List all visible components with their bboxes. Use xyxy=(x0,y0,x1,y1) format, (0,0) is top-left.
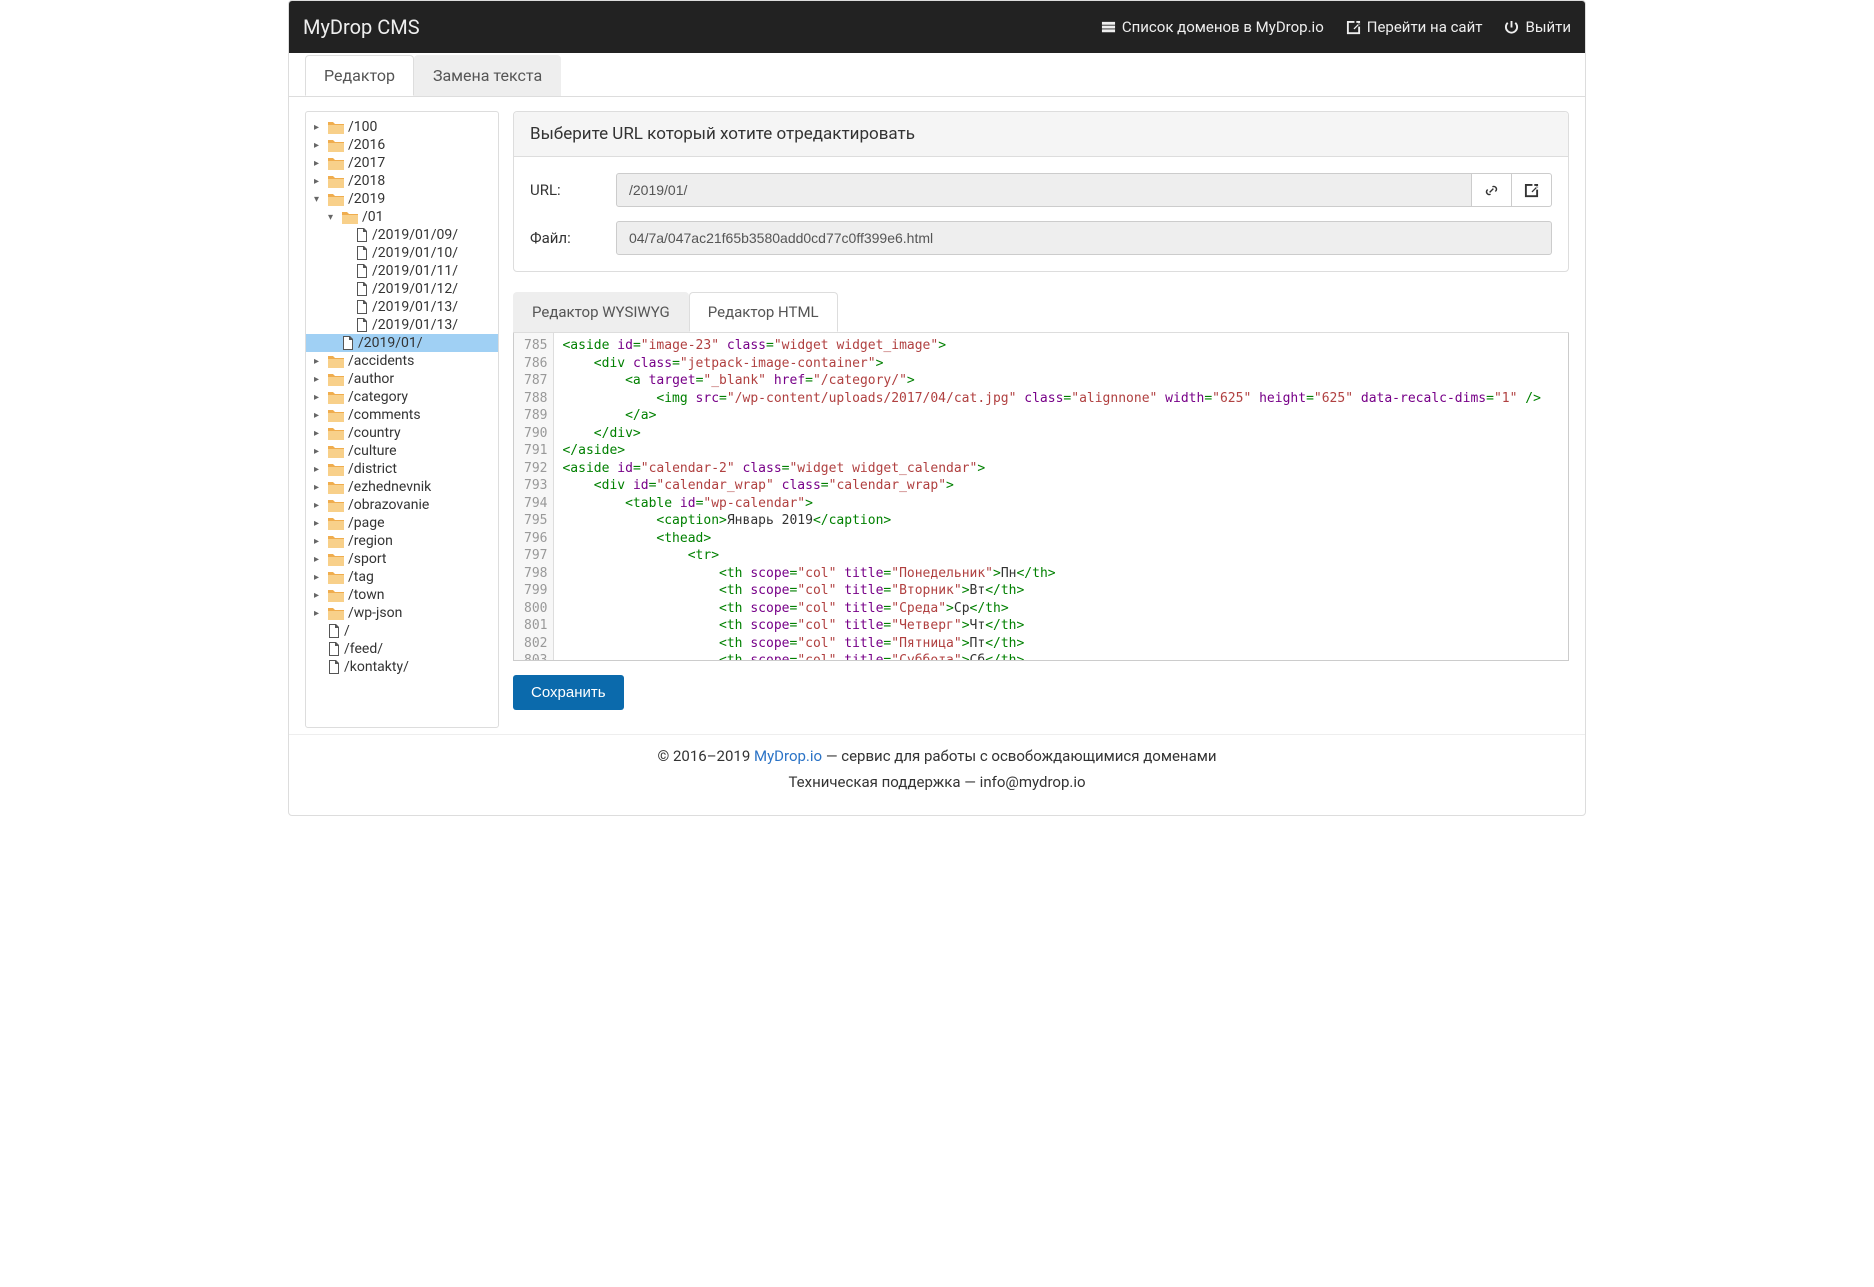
url-panel: Выберите URL который хотите отредактиров… xyxy=(513,111,1569,272)
main-tabs: Редактор Замена текста xyxy=(289,55,1585,97)
tree-file[interactable]: /2019/01/13/ xyxy=(306,298,498,316)
tree-folder[interactable]: ▸/author xyxy=(306,370,498,388)
tree-file[interactable]: /feed/ xyxy=(306,640,498,658)
tree-folder[interactable]: ▸/obrazovanie xyxy=(306,496,498,514)
tree-folder[interactable]: ▾/2019 xyxy=(306,190,498,208)
tree-file[interactable]: /kontakty/ xyxy=(306,658,498,676)
navbar: MyDrop CMS Список доменов в MyDrop.io Пе… xyxy=(289,1,1585,53)
editor-tabs: Редактор WYSIWYG Редактор HTML xyxy=(513,292,1569,333)
tree-folder[interactable]: ▸/region xyxy=(306,532,498,550)
gotosite-link[interactable]: Перейти на сайт xyxy=(1346,18,1483,36)
tree-folder[interactable]: ▸/wp-json xyxy=(306,604,498,622)
external-link-icon xyxy=(1524,183,1539,198)
tree-folder[interactable]: ▸/district xyxy=(306,460,498,478)
tab-html[interactable]: Редактор HTML xyxy=(689,292,838,332)
tree-folder[interactable]: ▾/01 xyxy=(306,208,498,226)
file-tree: ▸/100▸/2016▸/2017▸/2018▾/2019▾/01/2019/0… xyxy=(305,111,499,728)
file-input[interactable] xyxy=(616,221,1552,255)
tree-folder[interactable]: ▸/country xyxy=(306,424,498,442)
tree-folder[interactable]: ▸/comments xyxy=(306,406,498,424)
code-editor[interactable]: 7857867877887897907917927937947957967977… xyxy=(513,333,1569,661)
tree-folder[interactable]: ▸/accidents xyxy=(306,352,498,370)
open-button[interactable] xyxy=(1512,173,1552,207)
tree-file[interactable]: /2019/01/11/ xyxy=(306,262,498,280)
tree-folder[interactable]: ▸/culture xyxy=(306,442,498,460)
url-input[interactable] xyxy=(616,173,1472,207)
file-label: Файл: xyxy=(530,229,616,247)
tree-file[interactable]: /2019/01/10/ xyxy=(306,244,498,262)
footer-link[interactable]: MyDrop.io xyxy=(754,747,822,765)
tree-file[interactable]: /2019/01/ xyxy=(306,334,498,352)
tab-replace[interactable]: Замена текста xyxy=(414,55,561,96)
link-button[interactable] xyxy=(1472,173,1512,207)
grid-icon xyxy=(1101,20,1116,35)
brand: MyDrop CMS xyxy=(303,15,420,39)
panel-heading: Выберите URL который хотите отредактиров… xyxy=(514,112,1568,157)
save-button[interactable]: Сохранить xyxy=(513,675,624,710)
tree-folder[interactable]: ▸/ezhednevnik xyxy=(306,478,498,496)
tree-folder[interactable]: ▸/2018 xyxy=(306,172,498,190)
tree-file[interactable]: /2019/01/12/ xyxy=(306,280,498,298)
tree-file[interactable]: / xyxy=(306,622,498,640)
url-label: URL: xyxy=(530,181,616,199)
tree-folder[interactable]: ▸/2017 xyxy=(306,154,498,172)
tree-file[interactable]: /2019/01/13/ xyxy=(306,316,498,334)
logout-link[interactable]: Выйти xyxy=(1504,18,1571,36)
tree-folder[interactable]: ▸/town xyxy=(306,586,498,604)
tree-folder[interactable]: ▸/100 xyxy=(306,118,498,136)
link-icon xyxy=(1484,183,1499,198)
tree-folder[interactable]: ▸/2016 xyxy=(306,136,498,154)
footer: © 2016–2019 MyDrop.io — сервис для работ… xyxy=(289,734,1585,815)
tab-editor[interactable]: Редактор xyxy=(305,55,414,96)
tree-folder[interactable]: ▸/sport xyxy=(306,550,498,568)
tree-file[interactable]: /2019/01/09/ xyxy=(306,226,498,244)
domains-link[interactable]: Список доменов в MyDrop.io xyxy=(1101,18,1324,36)
tree-folder[interactable]: ▸/page xyxy=(306,514,498,532)
tab-wysiwyg[interactable]: Редактор WYSIWYG xyxy=(513,292,689,332)
power-icon xyxy=(1504,20,1519,35)
external-link-icon xyxy=(1346,20,1361,35)
tree-folder[interactable]: ▸/tag xyxy=(306,568,498,586)
tree-folder[interactable]: ▸/category xyxy=(306,388,498,406)
